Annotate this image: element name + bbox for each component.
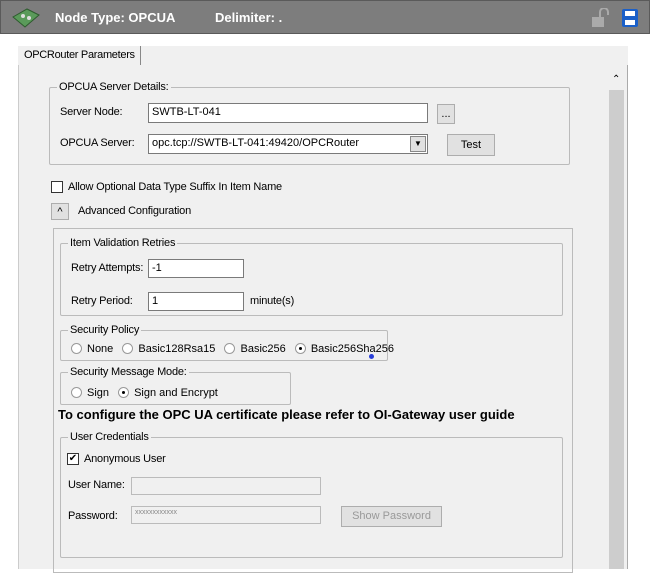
policy-option-basic128rsa15[interactable]: Basic128Rsa15 bbox=[122, 343, 215, 355]
scrollbar[interactable]: ⌃ bbox=[607, 70, 626, 569]
retry-period-label: Retry Period: bbox=[71, 295, 133, 307]
mode-option-sign[interactable]: Sign bbox=[71, 387, 109, 399]
node-icon bbox=[12, 8, 40, 28]
save-icon[interactable] bbox=[622, 9, 638, 27]
opcua-server-value: opc.tcp://SWTB-LT-041:49420/OPCRouter bbox=[152, 137, 360, 149]
username-input[interactable] bbox=[131, 477, 321, 495]
header-bar: Node Type: OPCUA Delimiter: . bbox=[0, 0, 650, 34]
scrollbar-thumb[interactable] bbox=[609, 90, 624, 569]
advanced-config-label: Advanced Configuration bbox=[78, 205, 192, 217]
password-label: Password: bbox=[68, 510, 118, 522]
show-password-button[interactable]: Show Password bbox=[341, 506, 442, 527]
retry-period-unit: minute(s) bbox=[250, 295, 295, 307]
retries-title: Item Validation Retries bbox=[68, 237, 178, 249]
server-details-title: OPCUA Server Details: bbox=[57, 81, 171, 93]
message-mode-group: Security Message Mode: Sign Sign and Enc… bbox=[60, 366, 291, 405]
allow-suffix-checkbox[interactable] bbox=[51, 181, 63, 193]
certificate-note: To configure the OPC UA certificate plea… bbox=[58, 407, 515, 422]
anonymous-user-checkbox[interactable]: ✔ bbox=[67, 453, 79, 465]
opcua-server-label: OPCUA Server: bbox=[60, 137, 135, 149]
opcua-server-combo[interactable]: opc.tcp://SWTB-LT-041:49420/OPCRouter ▼ bbox=[148, 134, 428, 154]
retry-period-input[interactable]: 1 bbox=[148, 292, 244, 311]
message-mode-title: Security Message Mode: bbox=[68, 366, 189, 378]
server-node-label: Server Node: bbox=[60, 106, 123, 118]
server-node-input[interactable]: SWTB-LT-041 bbox=[148, 103, 428, 123]
security-policy-group: Security Policy None Basic128Rsa15 Basic… bbox=[60, 324, 394, 361]
policy-option-none[interactable]: None bbox=[71, 343, 113, 355]
unlock-icon[interactable] bbox=[591, 8, 609, 28]
scroll-up-icon[interactable]: ⌃ bbox=[612, 74, 620, 85]
policy-option-basic256[interactable]: Basic256 bbox=[224, 343, 286, 355]
chevron-down-icon[interactable]: ▼ bbox=[410, 136, 426, 152]
security-policy-title: Security Policy bbox=[68, 324, 142, 336]
policy-option-basic256sha256[interactable]: Basic256Sha256 bbox=[294, 343, 394, 355]
delimiter: Delimiter: . bbox=[215, 10, 283, 25]
browse-button[interactable]: ... bbox=[437, 104, 455, 124]
retries-group: Item Validation Retries bbox=[60, 237, 563, 316]
password-input[interactable]: xxxxxxxxxxxx bbox=[131, 506, 321, 524]
test-button[interactable]: Test bbox=[447, 134, 495, 156]
retry-attempts-label: Retry Attempts: bbox=[71, 262, 144, 274]
focus-dot bbox=[369, 354, 374, 359]
mode-option-sign-encrypt[interactable]: Sign and Encrypt bbox=[118, 387, 218, 399]
advanced-toggle-button[interactable]: ^ bbox=[51, 203, 69, 220]
tab-opcrouter-parameters[interactable]: OPCRouter Parameters bbox=[19, 46, 141, 67]
anonymous-user-label: Anonymous User bbox=[84, 453, 166, 465]
retry-attempts-input[interactable]: -1 bbox=[148, 259, 244, 278]
username-label: User Name: bbox=[68, 479, 125, 491]
node-type: Node Type: OPCUA bbox=[55, 10, 176, 25]
allow-suffix-label: Allow Optional Data Type Suffix In Item … bbox=[68, 181, 282, 193]
credentials-title: User Credentials bbox=[68, 431, 151, 443]
